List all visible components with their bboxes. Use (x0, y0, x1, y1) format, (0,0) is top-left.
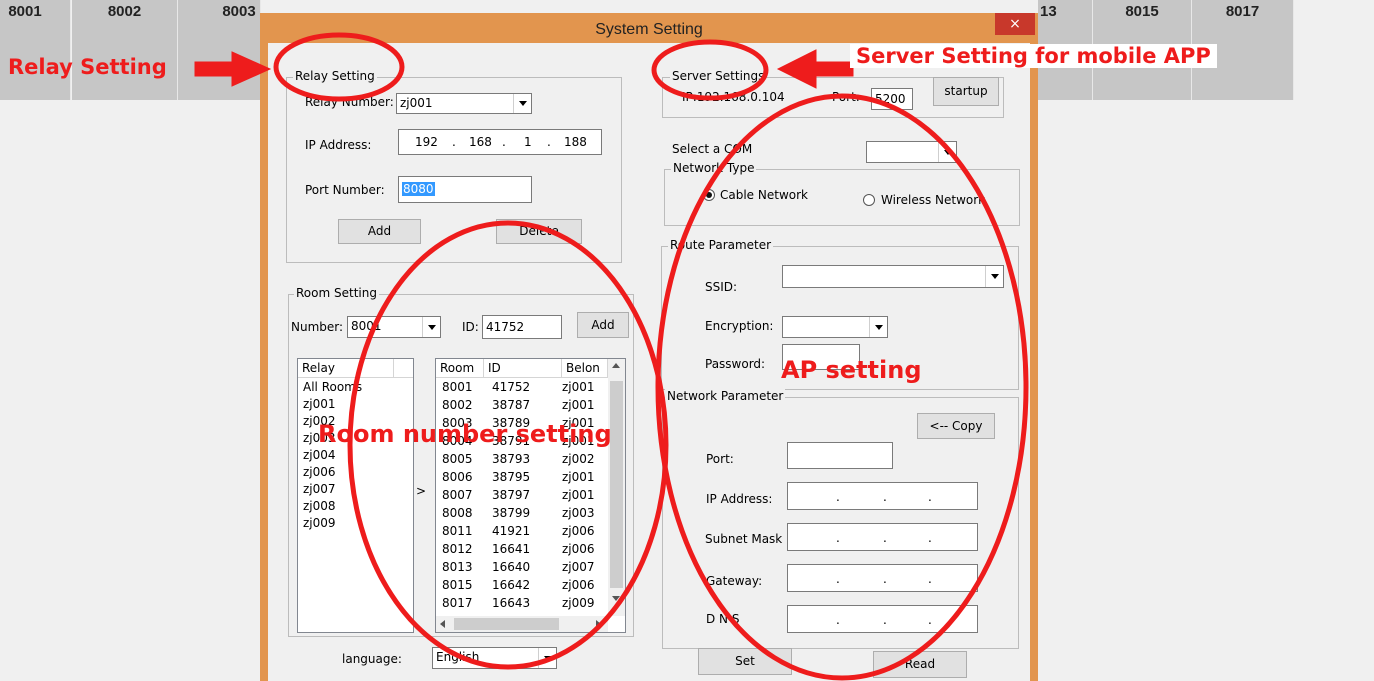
ap-setting-ellipse (655, 93, 1029, 681)
server-setting-annotation: Server Setting for mobile APP (850, 44, 1217, 68)
desktop: { "background_rooms": ["8001","8002","80… (0, 0, 1374, 681)
relay-setting-circle (273, 32, 405, 102)
ap-setting-annotation: AP setting (781, 356, 922, 384)
relay-setting-annotation: Relay Setting (8, 55, 167, 79)
relay-arrow-shaft (194, 61, 236, 77)
annotation-overlay (194, 32, 1029, 681)
server-arrow-shaft (812, 61, 854, 77)
server-settings-circle (651, 39, 769, 101)
relay-arrow-head (231, 51, 272, 87)
server-arrow-head (776, 49, 817, 89)
room-number-annotation: Room number setting (318, 420, 612, 448)
